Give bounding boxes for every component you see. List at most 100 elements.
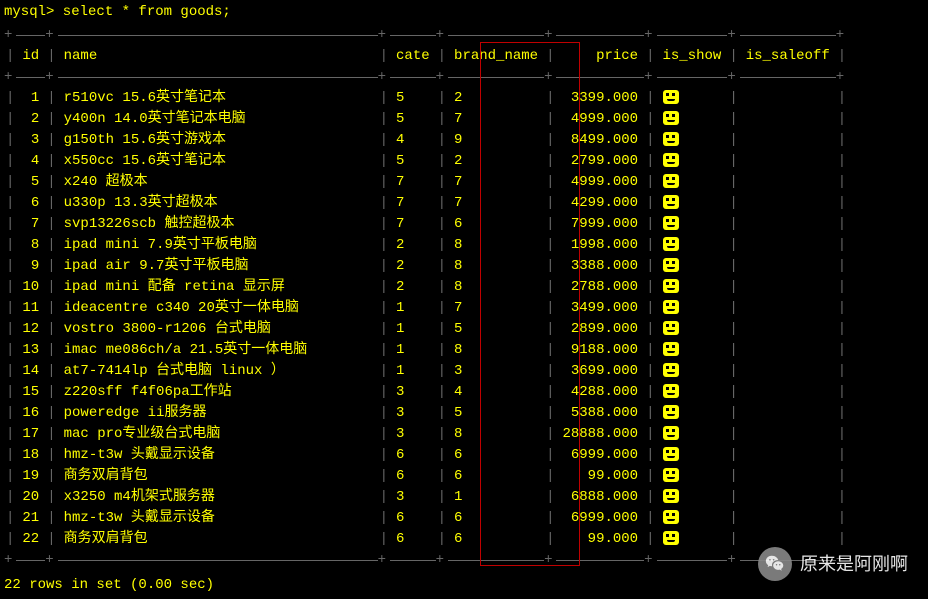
- separator-row: ++++++++: [4, 550, 848, 571]
- cell-cate: 2: [390, 256, 436, 277]
- cell-id: 8: [16, 235, 45, 256]
- smiley-icon: [663, 489, 679, 503]
- smiley-icon: [663, 405, 679, 419]
- table-row: |22|商务双肩背包|6|6|99.000|||: [4, 529, 848, 550]
- table-row: |11|ideacentre c340 20英寸一体电脑|1|7|3499.00…: [4, 298, 848, 319]
- cell-cate: 2: [390, 277, 436, 298]
- cell-is_show: [657, 529, 728, 550]
- cell-brand_name: 5: [448, 403, 544, 424]
- cell-name: 商务双肩背包: [58, 466, 378, 487]
- cell-is_show: [657, 130, 728, 151]
- cell-brand_name: 7: [448, 109, 544, 130]
- header-is_saleoff: is_saleoff: [740, 46, 836, 67]
- smiley-icon: [663, 426, 679, 440]
- header-price: price: [556, 46, 644, 67]
- cell-id: 4: [16, 151, 45, 172]
- cell-name: at7-7414lp 台式电脑 linux ）: [58, 361, 378, 382]
- cell-cate: 5: [390, 151, 436, 172]
- cell-cate: 3: [390, 487, 436, 508]
- cell-cate: 5: [390, 88, 436, 109]
- cell-is_show: [657, 361, 728, 382]
- cell-price: 7999.000: [556, 214, 644, 235]
- smiley-icon: [663, 132, 679, 146]
- cell-brand_name: 9: [448, 130, 544, 151]
- cell-cate: 6: [390, 508, 436, 529]
- cell-price: 6999.000: [556, 508, 644, 529]
- smiley-icon: [663, 363, 679, 377]
- cell-price: 99.000: [556, 529, 644, 550]
- cell-name: ideacentre c340 20英寸一体电脑: [58, 298, 378, 319]
- cell-is_saleoff: [740, 319, 836, 340]
- cell-cate: 2: [390, 235, 436, 256]
- table-row: |9|ipad air 9.7英寸平板电脑|2|8|3388.000|||: [4, 256, 848, 277]
- header-id: id: [16, 46, 45, 67]
- cell-price: 3499.000: [556, 298, 644, 319]
- cell-is_show: [657, 109, 728, 130]
- header-cate: cate: [390, 46, 436, 67]
- cell-price: 6999.000: [556, 445, 644, 466]
- cell-id: 3: [16, 130, 45, 151]
- header-row: |id|name|cate|brand_name|price|is_show|i…: [4, 46, 848, 67]
- cell-is_show: [657, 466, 728, 487]
- cell-cate: 3: [390, 403, 436, 424]
- cell-is_saleoff: [740, 382, 836, 403]
- cell-price: 28888.000: [556, 424, 644, 445]
- smiley-icon: [663, 384, 679, 398]
- cell-name: imac me086ch/a 21.5英寸一体电脑: [58, 340, 378, 361]
- cell-id: 10: [16, 277, 45, 298]
- table-row: |14|at7-7414lp 台式电脑 linux ）|1|3|3699.000…: [4, 361, 848, 382]
- cell-price: 9188.000: [556, 340, 644, 361]
- watermark: 原来是阿刚啊: [758, 547, 908, 581]
- cell-name: z220sff f4f06pa工作站: [58, 382, 378, 403]
- cell-cate: 3: [390, 424, 436, 445]
- cell-is_saleoff: [740, 508, 836, 529]
- cell-name: g150th 15.6英寸游戏本: [58, 130, 378, 151]
- cell-is_saleoff: [740, 487, 836, 508]
- cell-is_show: [657, 235, 728, 256]
- cell-id: 1: [16, 88, 45, 109]
- cell-is_show: [657, 88, 728, 109]
- cell-id: 19: [16, 466, 45, 487]
- cell-id: 20: [16, 487, 45, 508]
- cell-name: hmz-t3w 头戴显示设备: [58, 508, 378, 529]
- cell-name: hmz-t3w 头戴显示设备: [58, 445, 378, 466]
- table-row: |7|svp13226scb 触控超极本|7|6|7999.000|||: [4, 214, 848, 235]
- cell-brand_name: 2: [448, 151, 544, 172]
- cell-is_saleoff: [740, 235, 836, 256]
- cell-price: 2899.000: [556, 319, 644, 340]
- cell-cate: 1: [390, 298, 436, 319]
- smiley-icon: [663, 531, 679, 545]
- cell-price: 4999.000: [556, 172, 644, 193]
- cell-is_saleoff: [740, 88, 836, 109]
- cell-name: x3250 m4机架式服务器: [58, 487, 378, 508]
- cell-brand_name: 7: [448, 298, 544, 319]
- header-is_show: is_show: [657, 46, 728, 67]
- cell-brand_name: 1: [448, 487, 544, 508]
- cell-price: 6888.000: [556, 487, 644, 508]
- cell-cate: 1: [390, 340, 436, 361]
- cell-is_show: [657, 424, 728, 445]
- cell-price: 5388.000: [556, 403, 644, 424]
- cell-cate: 4: [390, 130, 436, 151]
- smiley-icon: [663, 216, 679, 230]
- cell-brand_name: 8: [448, 277, 544, 298]
- cell-is_saleoff: [740, 403, 836, 424]
- cell-is_show: [657, 319, 728, 340]
- cell-is_saleoff: [740, 256, 836, 277]
- cell-is_saleoff: [740, 466, 836, 487]
- cell-price: 2799.000: [556, 151, 644, 172]
- smiley-icon: [663, 195, 679, 209]
- cell-is_saleoff: [740, 172, 836, 193]
- cell-is_show: [657, 277, 728, 298]
- cell-brand_name: 8: [448, 340, 544, 361]
- cell-id: 11: [16, 298, 45, 319]
- cell-brand_name: 6: [448, 214, 544, 235]
- cell-name: r510vc 15.6英寸笔记本: [58, 88, 378, 109]
- table-row: |8|ipad mini 7.9英寸平板电脑|2|8|1998.000|||: [4, 235, 848, 256]
- cell-name: mac pro专业级台式电脑: [58, 424, 378, 445]
- cell-is_saleoff: [740, 445, 836, 466]
- cell-price: 2788.000: [556, 277, 644, 298]
- cell-is_saleoff: [740, 214, 836, 235]
- cell-is_show: [657, 214, 728, 235]
- cell-id: 12: [16, 319, 45, 340]
